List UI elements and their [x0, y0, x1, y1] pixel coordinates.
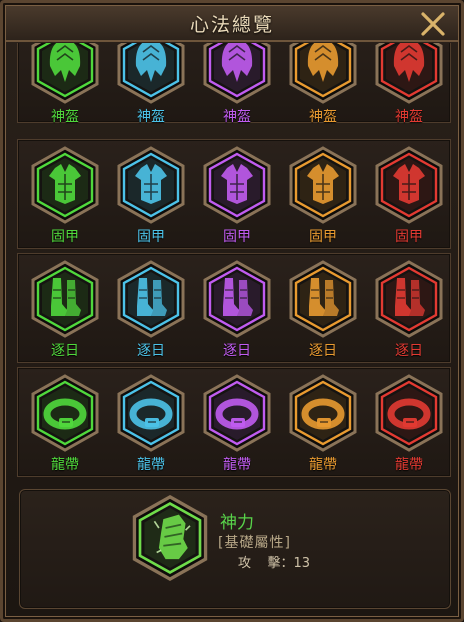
boots-icon [373, 260, 445, 338]
skill-slot-label: 逐日 [309, 343, 337, 359]
helmet-icon [373, 43, 445, 104]
armor-icon [287, 146, 359, 224]
skill-row: 龍帶 龍帶 龍帶 龍帶 龍帶 [17, 367, 451, 477]
belt-icon [287, 374, 359, 452]
skill-slot[interactable]: 逐日 [194, 254, 280, 362]
skill-slot-label: 固甲 [395, 229, 423, 245]
skill-slot-label: 逐日 [137, 343, 165, 359]
skill-slot-label: 逐日 [395, 343, 423, 359]
skill-slot-label: 龍帶 [309, 457, 337, 473]
skill-slot[interactable]: 神盔 [366, 43, 451, 128]
close-icon [421, 12, 445, 36]
skill-slot-label: 固甲 [51, 229, 79, 245]
skill-slot-label: 固甲 [309, 229, 337, 245]
skill-stat: 攻 擊：13 [238, 556, 311, 571]
boots-icon [287, 260, 359, 338]
skill-slot[interactable]: 龍帶 [22, 368, 108, 476]
boots-icon [201, 260, 273, 338]
skill-grid[interactable]: 神盔 神盔 神盔 神盔 神盔 固甲 固甲 固甲 固甲 固甲 逐日 逐日 逐日 逐… [17, 43, 451, 481]
skill-slot[interactable]: 神盔 [194, 43, 280, 128]
skill-slot-label: 龍帶 [395, 457, 423, 473]
armor-icon [201, 146, 273, 224]
skill-slot[interactable]: 逐日 [280, 254, 366, 362]
skill-row: 逐日 逐日 逐日 逐日 逐日 [17, 253, 451, 363]
skill-slot[interactable]: 逐日 [22, 254, 108, 362]
belt-icon [115, 374, 187, 452]
boots-icon [29, 260, 101, 338]
belt-icon [373, 374, 445, 452]
skill-slot[interactable]: 龍帶 [194, 368, 280, 476]
window-title: 心法總覽 [189, 13, 274, 36]
skill-slot[interactable]: 逐日 [108, 254, 194, 362]
skill-slot-label: 神盔 [137, 109, 165, 125]
skill-slot[interactable]: 固甲 [194, 140, 280, 248]
skill-slot[interactable]: 龍帶 [280, 368, 366, 476]
armor-icon [115, 146, 187, 224]
skill-row: 固甲 固甲 固甲 固甲 固甲 [17, 139, 451, 249]
skill-slot-label: 逐日 [223, 343, 251, 359]
skill-slot[interactable]: 龍帶 [108, 368, 194, 476]
title-bar: 心法總覽 [6, 6, 458, 42]
close-button[interactable] [416, 8, 450, 40]
helmet-icon [201, 43, 273, 104]
skill-slot[interactable]: 神盔 [22, 43, 108, 128]
skill-slot[interactable]: 固甲 [22, 140, 108, 248]
fist-icon [130, 494, 210, 582]
skill-slot-label: 神盔 [223, 109, 251, 125]
helmet-icon [115, 43, 187, 104]
skill-row: 神盔 神盔 神盔 神盔 神盔 [17, 43, 451, 125]
skill-slot-label: 龍帶 [137, 457, 165, 473]
skill-slot[interactable]: 神盔 [108, 43, 194, 128]
boots-icon [115, 260, 187, 338]
skill-slot-label: 神盔 [395, 109, 423, 125]
skill-detail-panel: 神力 [基礎屬性] 攻 擊：13 [19, 489, 451, 609]
skill-slot-label: 龍帶 [51, 457, 79, 473]
mental-skills-window: 心法總覽 神盔 神盔 神盔 神盔 神盔 固甲 固甲 固甲 固甲 固甲 逐日 逐日… [0, 0, 464, 622]
skill-slot[interactable]: 固甲 [280, 140, 366, 248]
skill-slot-label: 逐日 [51, 343, 79, 359]
helmet-icon [287, 43, 359, 104]
skill-slot[interactable]: 龍帶 [366, 368, 451, 476]
helmet-icon [29, 43, 101, 104]
selected-skill-icon [130, 494, 210, 582]
armor-icon [29, 146, 101, 224]
skill-slot-label: 固甲 [137, 229, 165, 245]
skill-category: [基礎屬性] [218, 535, 291, 551]
skill-name: 神力 [220, 513, 254, 533]
armor-icon [373, 146, 445, 224]
skill-slot[interactable]: 固甲 [108, 140, 194, 248]
belt-icon [201, 374, 273, 452]
skill-slot-label: 固甲 [223, 229, 251, 245]
skill-slot-label: 龍帶 [223, 457, 251, 473]
skill-slot-label: 神盔 [51, 109, 79, 125]
skill-slot[interactable]: 固甲 [366, 140, 451, 248]
skill-slot-label: 神盔 [309, 109, 337, 125]
skill-slot[interactable]: 逐日 [366, 254, 451, 362]
skill-slot[interactable]: 神盔 [280, 43, 366, 128]
belt-icon [29, 374, 101, 452]
